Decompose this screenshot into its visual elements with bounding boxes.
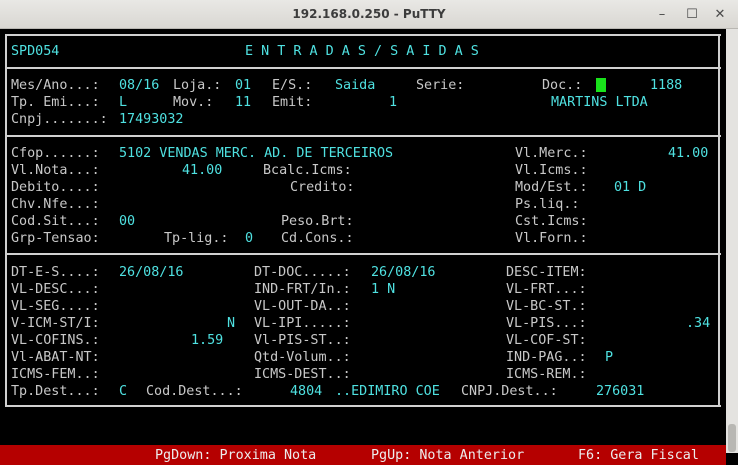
tp-lig-field[interactable]: 0 — [245, 230, 253, 247]
qtd-volum-label: Qtd-Volum..: — [254, 350, 351, 365]
frame-bottom-border — [6, 405, 721, 407]
dt-doc-field[interactable]: 26/08/16 — [371, 264, 436, 281]
loja-field[interactable]: 01 — [235, 77, 251, 94]
dt-doc-label: DT-DOC.....: — [254, 265, 351, 280]
vertical-scrollbar[interactable] — [726, 29, 738, 453]
grp-tensao-label: Grp-Tensao: — [11, 231, 100, 246]
vl-bc-st-label: VL-BC-ST.: — [506, 299, 587, 314]
vl-nota-field[interactable]: 41.00 — [182, 162, 222, 179]
ind-pag-field[interactable]: P — [605, 349, 613, 366]
ps-liq-label: Ps.liq.: — [515, 197, 580, 212]
ind-frt-label: IND-FRT/In.: — [254, 282, 351, 297]
vl-forn-label: Vl.Forn.: — [515, 231, 588, 246]
maximize-icon[interactable]: ☐ — [683, 6, 701, 24]
vl-frt-label: VL-FRT...: — [506, 282, 587, 297]
vl-nota-label: Vl.Nota...: — [11, 163, 100, 178]
screen-heading: E N T R A D A S / S A I D A S — [245, 44, 479, 59]
vl-pis-label: VL-PIS...: — [506, 316, 587, 331]
frame-divider-1 — [6, 67, 721, 69]
cod-dest-field[interactable]: 4804 — [290, 383, 322, 400]
v-icm-st-field[interactable]: N — [227, 315, 235, 332]
window-title: 192.168.0.250 - PuTTY — [292, 7, 446, 21]
cod-sit-label: Cod.Sit...: — [11, 214, 100, 229]
vl-icms-label: Vl.Icms.: — [515, 163, 588, 178]
terminal-cursor — [596, 78, 606, 92]
vl-pis-st-label: Vl-PIS-ST..: — [254, 333, 351, 348]
dt-es-label: DT-E-S....: — [11, 265, 100, 280]
frame-left-border — [5, 34, 7, 407]
icms-dest-label: ICMS-DEST..: — [254, 367, 351, 382]
chv-nfe-label: Chv.Nfe...: — [11, 197, 100, 212]
cnpj-dest-label: CNPJ.Dest..: — [461, 384, 558, 399]
tp-emi-field[interactable]: L — [119, 94, 127, 111]
frame-divider-3 — [6, 253, 721, 255]
cd-cons-label: Cd.Cons.: — [281, 231, 354, 246]
vl-pis-field[interactable]: .34 — [686, 315, 710, 332]
close-icon[interactable]: ✕ — [711, 6, 729, 24]
program-id: SPD054 — [11, 44, 60, 59]
cod-sit-field[interactable]: 00 — [119, 213, 135, 230]
credito-label: Credito: — [290, 180, 355, 195]
mes-ano-field[interactable]: 08/16 — [119, 77, 159, 94]
tp-lig-label: Tp-lig.: — [164, 231, 229, 246]
vl-cofins-field[interactable]: 1.59 — [191, 332, 223, 349]
emit-name: MARTINS LTDA — [551, 95, 648, 110]
v-icm-st-label: V-ICM-ST/I: — [11, 316, 100, 331]
cfop-label: Cfop......: — [11, 146, 100, 161]
mod-est-field[interactable]: 01 D — [614, 179, 646, 196]
vl-merc-field[interactable]: 41.00 — [668, 145, 708, 162]
cnpj-label: Cnpj.......: — [11, 112, 108, 127]
mov-label: Mov.: — [173, 95, 214, 110]
minimize-icon[interactable]: – — [653, 6, 671, 24]
vl-merc-label: Vl.Merc.: — [515, 146, 588, 161]
ind-pag-label: IND-PAG..: — [506, 350, 587, 365]
loja-label: Loja.: — [173, 78, 222, 93]
ind-frt-field[interactable]: 1 N — [371, 281, 395, 298]
emit-label: Emit: — [272, 95, 313, 110]
desc-item-label: DESC-ITEM: — [506, 265, 587, 280]
dest-name: ..EDIMIRO COE — [335, 384, 440, 399]
peso-brt-label: Peso.Brt: — [281, 214, 354, 229]
f6-hint: F6: Gera Fiscal — [578, 448, 699, 463]
frame-top-border — [6, 34, 721, 36]
vl-ipi-label: VL-IPI.....: — [254, 316, 351, 331]
doc-label: Doc.: — [542, 78, 583, 93]
serie-label: Serie: — [416, 78, 465, 93]
dt-es-field[interactable]: 26/08/16 — [119, 264, 184, 281]
scrollbar-thumb[interactable] — [728, 424, 736, 452]
cod-dest-label: Cod.Dest...: — [146, 384, 243, 399]
doc-field[interactable]: 1188 — [650, 77, 682, 94]
icms-fem-label: ICMS-FEM..: — [11, 367, 100, 382]
cnpj-dest-field[interactable]: 276031 — [596, 383, 644, 400]
mes-ano-label: Mes/Ano...: — [11, 78, 100, 93]
frame-divider-2 — [6, 135, 721, 137]
bcalc-icms-label: Bcalc.Icms: — [263, 163, 352, 178]
vl-cofins-label: VL-COFINS.: — [11, 333, 100, 348]
cnpj-field[interactable]: 17493032 — [119, 111, 184, 128]
vl-out-da-label: VL-OUT-DA..: — [254, 299, 351, 314]
icms-rem-label: ICMS-REM.: — [506, 367, 587, 382]
vl-seg-label: VL-SEG....: — [11, 299, 100, 314]
es-field[interactable]: Saida — [335, 77, 375, 94]
terminal-screen[interactable]: SPD054 E N T R A D A S / S A I D A S Mes… — [0, 29, 726, 465]
vl-abat-nt-label: Vl-ABAT-NT: — [11, 350, 100, 365]
debito-label: Debito....: — [11, 180, 100, 195]
vl-cof-st-label: VL-COF-ST: — [506, 333, 587, 348]
cst-icms-label: Cst.Icms: — [515, 214, 588, 229]
mod-est-label: Mod/Est.: — [515, 180, 588, 195]
pgdown-hint: PgDown: Proxima Nota — [155, 448, 317, 463]
emit-field[interactable]: 1 — [389, 94, 397, 111]
window-titlebar: 192.168.0.250 - PuTTY – ☐ ✕ — [0, 0, 738, 29]
cfop-field[interactable]: 5102 VENDAS MERC. AD. DE TERCEIROS — [119, 145, 393, 162]
frame-right-border — [718, 34, 720, 407]
tp-dest-label: Tp.Dest...: — [11, 384, 100, 399]
mov-field[interactable]: 11 — [235, 94, 251, 111]
pgup-hint: PgUp: Nota Anterior — [371, 448, 525, 463]
es-label: E/S.: — [272, 78, 313, 93]
tp-emi-label: Tp. Emi...: — [11, 95, 100, 110]
tp-dest-field[interactable]: C — [119, 383, 127, 400]
vl-desc-label: VL-DESC...: — [11, 282, 100, 297]
